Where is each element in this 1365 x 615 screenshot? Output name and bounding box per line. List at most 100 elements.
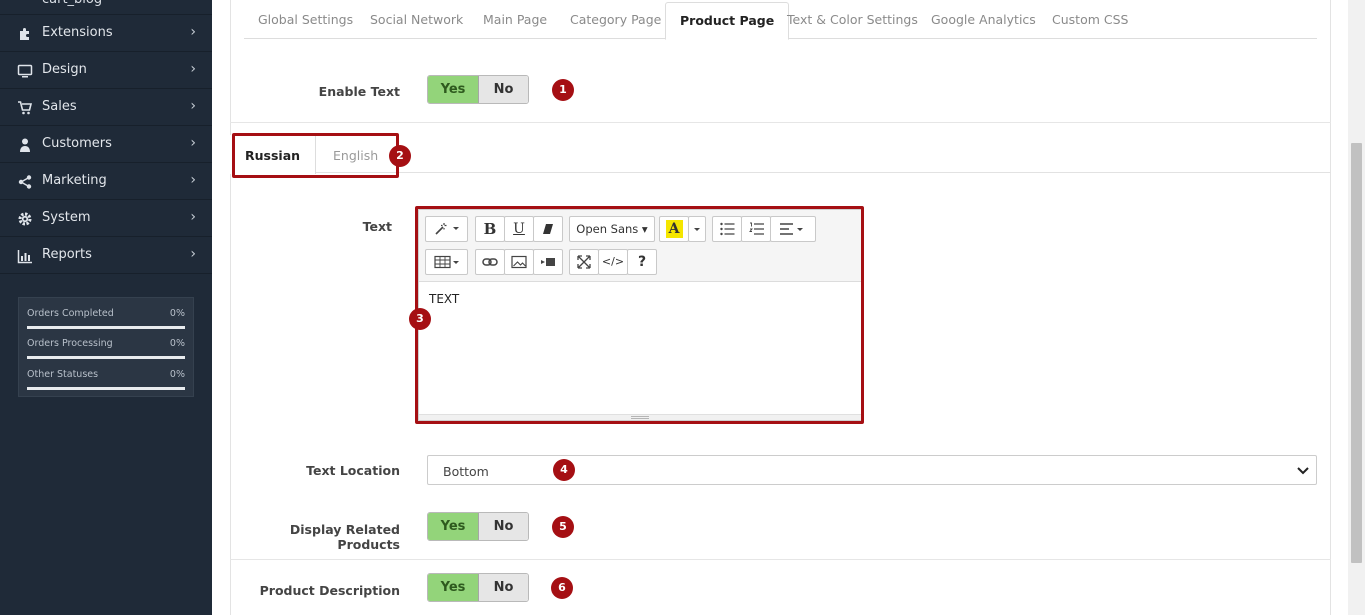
eraser-icon [543,224,553,234]
order-stats-panel: Orders Completed 0% Orders Processing 0%… [18,297,194,397]
gear-icon [18,212,32,226]
paragraph-align-dropdown[interactable] [770,216,816,242]
tab-global-settings[interactable]: Global Settings [244,2,367,39]
table-dropdown-button[interactable] [425,249,468,275]
chevron-right-icon: › [190,61,196,77]
tab-text-color-settings[interactable]: Text & Color Settings [773,2,932,39]
page-scrollbar[interactable] [1348,0,1365,615]
image-icon [511,255,527,269]
sidebar-item-system[interactable]: System › [0,200,212,237]
sidebar-item-label: Marketing [42,173,107,188]
editor-resize-handle[interactable] [419,414,861,420]
display-related-toggle: Yes No [427,512,529,541]
product-description-no-button[interactable]: No [478,574,528,601]
sidebar-item-label: System [42,210,91,225]
stat-orders-completed: Orders Completed 0% [27,302,185,332]
monitor-icon [17,64,33,78]
display-related-yes-button[interactable]: Yes [428,513,479,540]
settings-tabs: Global Settings Social Network Main Page… [244,2,1317,40]
enable-text-yes-button[interactable]: Yes [428,76,479,103]
stat-progress-bar [27,326,185,329]
tab-category-page[interactable]: Category Page [556,2,675,39]
editor-content[interactable]: TEXT [429,292,459,306]
scrollbar-thumb[interactable] [1351,143,1362,563]
tab-social-network[interactable]: Social Network [356,2,477,39]
chevron-right-icon: › [190,172,196,188]
stat-orders-processing: Orders Processing 0% [27,332,185,362]
font-family-value: Open Sans [576,222,639,236]
insert-video-button[interactable] [533,249,563,275]
annotation-marker: 4 [553,459,575,481]
sidebar-item-customers[interactable]: Customers › [0,126,212,163]
tab-english[interactable]: English [318,135,393,173]
font-family-dropdown[interactable]: Open Sans ▾ [569,216,655,242]
chevron-right-icon: › [190,209,196,225]
video-icon [541,258,555,266]
tab-custom-css[interactable]: Custom CSS [1038,2,1142,39]
sidebar-item-label: Customers [42,136,112,151]
code-view-button[interactable]: </> [598,249,628,275]
tab-product-page[interactable]: Product Page [665,2,790,40]
rich-text-editor: B U Open Sans ▾ A </> ? TEXT [418,209,862,421]
bullet-list-icon [719,222,734,236]
tab-google-analytics[interactable]: Google Analytics [917,2,1050,39]
product-description-yes-button[interactable]: Yes [428,574,479,601]
sidebar-item-sales[interactable]: Sales › [0,89,212,126]
annotation-marker: 6 [551,577,573,599]
stat-other-statuses: Other Statuses 0% [27,363,185,393]
highlight-color-dropdown[interactable] [688,216,706,242]
ordered-list-button[interactable] [741,216,771,242]
sidebar-item-design[interactable]: Design › [0,52,212,89]
display-related-no-button[interactable]: No [478,513,528,540]
tab-russian[interactable]: Russian [230,135,317,174]
sidebar-item-label: Sales [42,99,77,114]
magic-wand-icon [434,223,459,235]
stat-percent: 0% [169,308,185,319]
sidebar-item-label: Design [42,62,87,77]
annotation-marker: 3 [409,308,431,330]
style-dropdown-button[interactable] [425,216,468,242]
product-description-toggle: Yes No [427,573,529,602]
link-icon [482,258,498,266]
annotation-marker: 2 [389,145,411,167]
tab-main-page[interactable]: Main Page [469,2,561,39]
caret-down-icon [694,228,700,231]
numbered-list-icon [748,222,764,235]
user-icon [20,138,30,152]
clear-format-button[interactable] [533,216,563,242]
sidebar-item-marketing[interactable]: Marketing › [0,163,212,200]
expand-icon [577,255,591,269]
sidebar-item-extensions[interactable]: Extensions › [0,15,212,52]
enable-text-no-button[interactable]: No [478,76,528,103]
bold-button[interactable]: B [475,216,505,242]
stat-label: Orders Completed [27,308,114,319]
display-related-label: Display Related Products [289,522,400,552]
chevron-right-icon: › [190,24,196,40]
sidebar-item-reports[interactable]: Reports › [0,237,212,274]
table-icon [433,255,459,269]
text-location-value: Bottom [443,464,489,479]
highlight-color-button[interactable]: A [659,216,689,242]
help-button[interactable]: ? [627,249,657,275]
text-location-label: Text Location [306,463,400,478]
sidebar-item-partial[interactable]: cart_blog [0,0,212,15]
text-label: Text [362,219,392,234]
insert-image-button[interactable] [504,249,534,275]
fullscreen-button[interactable] [569,249,599,275]
stat-percent: 0% [169,369,185,380]
chevron-right-icon: › [190,246,196,262]
puzzle-icon [20,28,29,40]
insert-link-button[interactable] [475,249,505,275]
annotation-marker: 5 [552,516,574,538]
sidebar-item-label: Extensions [42,25,113,40]
underline-button[interactable]: U [504,216,534,242]
chevron-right-icon: › [190,98,196,114]
chevron-right-icon: › [190,135,196,151]
stat-label: Other Statuses [27,369,99,380]
sidebar-item-label: Reports [42,247,92,262]
sidebar: cart_blog Extensions › Design › Sales › … [0,0,212,615]
unordered-list-button[interactable] [712,216,742,242]
divider [230,122,1331,123]
share-icon [18,175,32,189]
grip-icon [631,416,649,419]
